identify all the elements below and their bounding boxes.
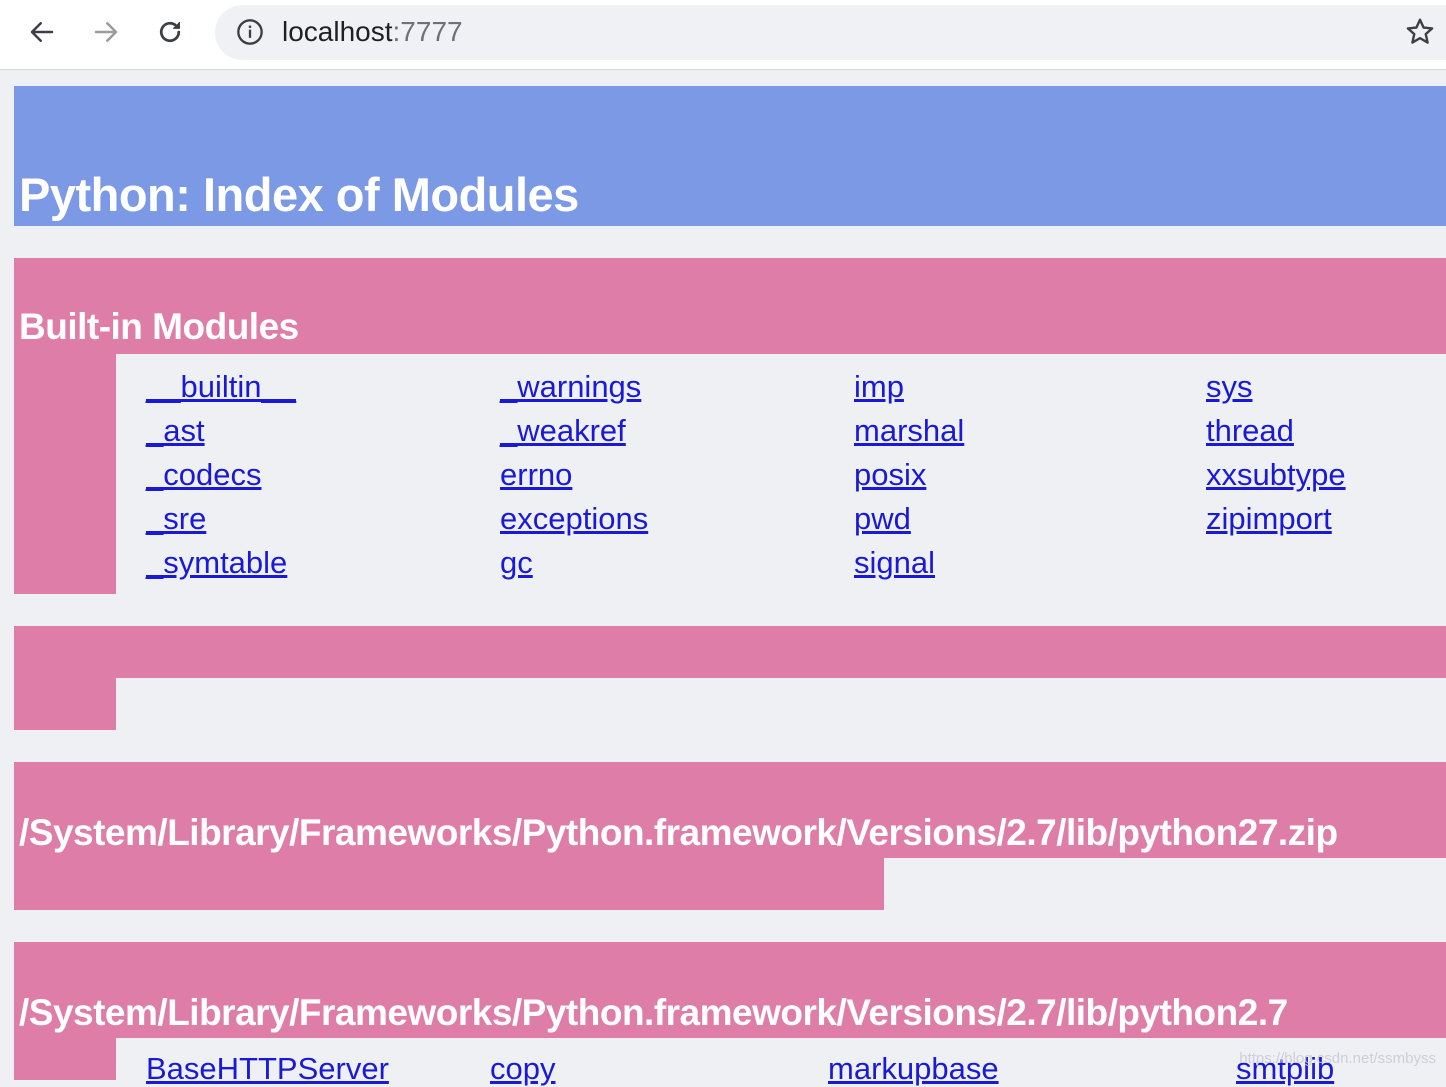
module-link[interactable]: _symtable [146,545,287,581]
module-link[interactable]: _warnings [500,369,641,405]
url-host: localhost [282,16,393,47]
page-title-banner: Python: Index of Modules [14,86,1446,226]
module-link[interactable]: posix [854,457,926,493]
forward-button[interactable] [88,14,124,50]
module-link[interactable]: signal [854,545,935,581]
zip-section-header: /System/Library/Frameworks/Python.framew… [14,762,1446,858]
module-link[interactable]: errno [500,457,572,493]
builtin-section-margin [14,354,116,594]
module-link[interactable]: _weakref [500,413,626,449]
reload-icon [159,21,181,43]
lib-section-header: /System/Library/Frameworks/Python.framew… [14,942,1446,1038]
reload-button[interactable] [152,14,188,50]
url-text[interactable]: localhost:7777 [282,16,463,48]
lib-section-title: /System/Library/Frameworks/Python.framew… [19,992,1288,1033]
back-button[interactable] [24,14,60,50]
module-link[interactable]: _codecs [146,457,261,493]
module-link[interactable]: exceptions [500,501,648,537]
empty-section-header [14,626,1446,678]
url-port: :7777 [392,16,463,47]
module-link[interactable]: xxsubtype [1206,457,1346,493]
module-link[interactable]: __builtin__ [146,369,296,405]
builtin-section-header: Built-in Modules [14,258,1446,354]
zip-section-title: /System/Library/Frameworks/Python.framew… [19,812,1338,853]
star-icon[interactable] [1404,16,1436,48]
zip-section-margin [14,858,884,910]
info-icon[interactable] [236,18,264,46]
module-link[interactable]: marshal [854,413,964,449]
watermark: https://blog.csdn.net/ssmbyss [1239,1050,1436,1067]
page-title: Python: Index of Modules [19,168,579,221]
module-link[interactable]: copy [490,1051,555,1087]
module-link[interactable]: thread [1206,413,1294,449]
address-bar[interactable]: localhost:7777 [215,5,1446,60]
module-link[interactable]: gc [500,545,533,581]
builtin-section-title: Built-in Modules [19,306,299,347]
module-link[interactable]: _ast [146,413,205,449]
arrow-right-icon [94,22,118,42]
module-link[interactable]: markupbase [828,1051,999,1087]
module-link[interactable]: pwd [854,501,911,537]
module-link[interactable]: imp [854,369,904,405]
lib-section-margin [14,1038,116,1080]
arrow-left-icon [30,22,54,42]
module-link[interactable]: sys [1206,369,1253,405]
module-link[interactable]: BaseHTTPServer [146,1051,389,1087]
empty-section-margin [14,678,116,730]
module-link[interactable]: _sre [146,501,206,537]
module-link[interactable]: zipimport [1206,501,1332,537]
browser-toolbar: localhost:7777 [0,0,1446,70]
